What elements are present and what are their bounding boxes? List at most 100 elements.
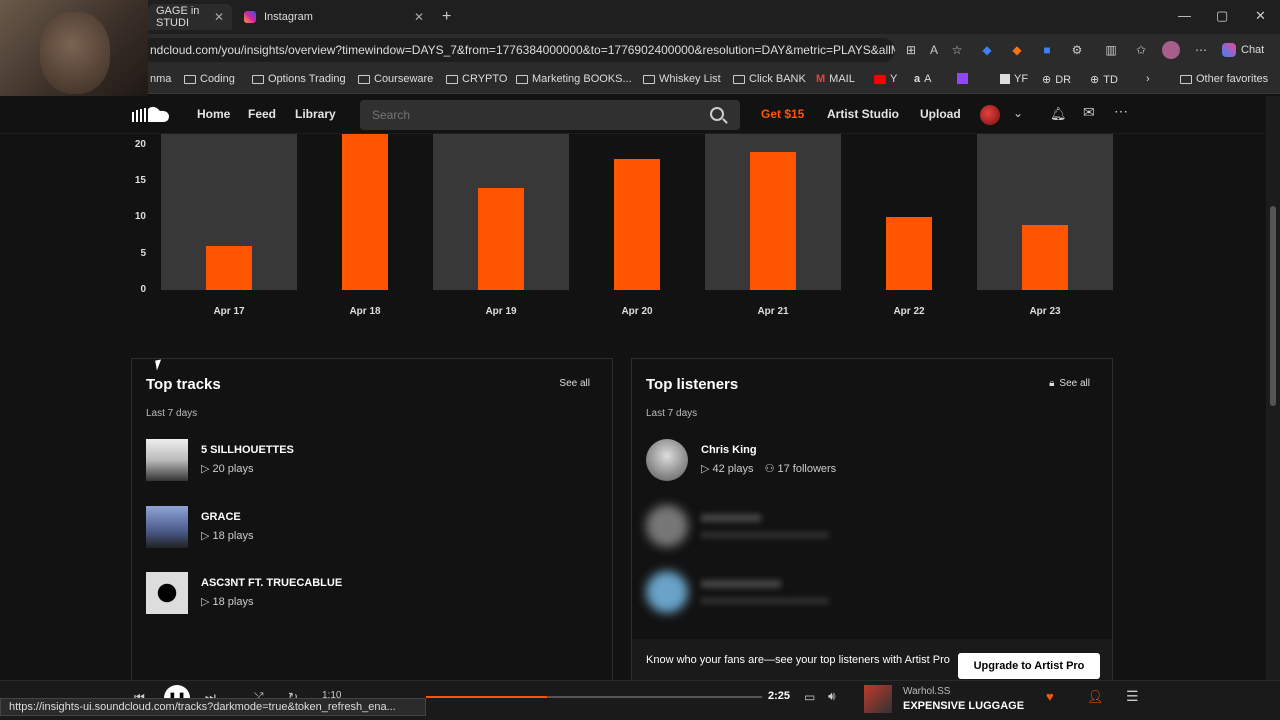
search-input[interactable] [372, 108, 692, 122]
split-screen-icon[interactable]: ▥ [1104, 43, 1118, 57]
volume-icon[interactable]: 🔊︎ [828, 689, 836, 704]
bookmark-twitch[interactable] [957, 73, 968, 84]
bookmark-td[interactable]: ⊕ TD [1090, 73, 1118, 87]
duration-time: 2:25 [768, 690, 791, 702]
bookmark-options-trading[interactable]: Options Trading [252, 73, 346, 85]
gmail-icon: M [816, 73, 826, 85]
bookmark-youtube[interactable]: Y [874, 73, 897, 85]
bookmark-click-bank[interactable]: Click BANK [733, 73, 806, 85]
copilot-chat-button[interactable]: Chat [1222, 43, 1264, 57]
soundcloud-logo-icon[interactable] [130, 104, 170, 124]
metamask-icon[interactable]: ◆ [1010, 43, 1024, 57]
close-icon[interactable]: ✕ [414, 10, 424, 24]
bookmark-mail[interactable]: M MAIL [816, 73, 855, 85]
track-artwork[interactable] [146, 506, 188, 548]
artist-studio-link[interactable]: Artist Studio [827, 107, 899, 121]
upgrade-button[interactable]: Upgrade to Artist Pro [958, 653, 1100, 679]
plus-icon[interactable]: + [442, 8, 451, 26]
chevron-right-icon[interactable]: › [1146, 73, 1150, 85]
upsell-text: Know who your fans are—see your top list… [646, 654, 950, 666]
track-title[interactable]: ASC3NT FT. TRUECABLUE [201, 577, 342, 589]
avatar[interactable] [646, 439, 688, 481]
bookmark-item[interactable]: nma [150, 73, 171, 85]
track-artwork[interactable] [146, 572, 188, 614]
bookmark-courseware[interactable]: Courseware [358, 73, 433, 85]
search-icon[interactable] [710, 107, 724, 121]
lock-icon: 🔒︎ [1049, 378, 1055, 389]
chart-bar[interactable] [1022, 224, 1068, 290]
maximize-icon[interactable]: ▢ [1216, 8, 1228, 24]
bookmark-other-favorites[interactable]: Other favorites [1180, 73, 1268, 85]
tab-instagram[interactable]: Instagram ✕ [236, 4, 432, 30]
heart-icon[interactable]: ♥ [1046, 689, 1054, 704]
track-artwork[interactable] [864, 685, 892, 713]
play-icon: ▷ [201, 463, 213, 475]
bookmarks-bar: nma Coding Options Trading Courseware CR… [0, 66, 1280, 94]
player-track[interactable]: EXPENSIVE LUGGAGE [903, 700, 1024, 712]
favorites-icon[interactable]: ✩ [1134, 43, 1148, 57]
chart-bar[interactable] [478, 188, 524, 290]
apps-icon[interactable]: ⊞ [904, 43, 918, 57]
chart-bar[interactable] [206, 246, 252, 290]
status-url-tooltip: https://insights-ui.soundcloud.com/track… [0, 698, 426, 716]
track-plays: ▷ 18 plays [201, 530, 254, 542]
chart-bar[interactable] [750, 152, 796, 290]
y-tick-label: 0 [140, 284, 146, 295]
y-tick-label: 20 [134, 138, 146, 150]
player-artist[interactable]: Warhol.SS [903, 686, 950, 697]
chevron-down-icon[interactable]: ⌄ [1013, 106, 1023, 120]
close-window-icon[interactable]: ✕ [1255, 8, 1266, 24]
scrollbar-thumb[interactable] [1270, 206, 1276, 406]
nav-library[interactable]: Library [295, 107, 336, 121]
nav-home[interactable]: Home [197, 107, 230, 121]
read-aloud-icon[interactable]: A [927, 43, 941, 57]
get-offer-link[interactable]: Get $15 [761, 107, 804, 121]
chart-bar[interactable] [342, 134, 388, 290]
search-box[interactable] [360, 100, 740, 130]
close-icon[interactable]: ✕ [214, 10, 224, 24]
bookmark-marketing-books[interactable]: Marketing BOOKS... [516, 73, 632, 85]
nav-feed[interactable]: Feed [248, 107, 276, 121]
profile-avatar[interactable] [1162, 41, 1180, 59]
chart-bar[interactable] [886, 217, 932, 290]
plays-chart: 0 5 10 15 20 Apr 17 Apr 18 Apr 19 Apr 20 Apr 21 Ap… [130, 134, 1120, 324]
tab-active[interactable]: GAGE in STUDI ✕ [148, 4, 232, 30]
track-artwork[interactable] [146, 439, 188, 481]
play-icon: ▷ [201, 530, 213, 542]
track-title[interactable]: GRACE [201, 511, 241, 523]
queue-icon[interactable]: ☰ [1126, 688, 1139, 705]
mail-icon[interactable]: ✉ [1083, 104, 1095, 121]
chat-label: Chat [1241, 44, 1265, 56]
minimize-icon[interactable]: — [1178, 8, 1191, 23]
more-icon[interactable]: ⋯ [1194, 43, 1208, 57]
upload-link[interactable]: Upload [920, 107, 961, 121]
extension-icon[interactable]: ◆ [980, 43, 994, 57]
see-all-tracks-link[interactable]: See all [559, 378, 590, 389]
progress-bar[interactable] [426, 696, 762, 698]
more-icon[interactable]: ⋯ [1114, 103, 1128, 120]
bookmark-dr[interactable]: ⊕ DR [1042, 73, 1071, 87]
blurred-listener [701, 580, 781, 588]
x-tick-label: Apr 17 [213, 306, 245, 317]
bookmark-crypto[interactable]: CRYPTO [446, 73, 507, 85]
bookmark-yf[interactable]: YF [1000, 73, 1028, 85]
see-all-listeners-link[interactable]: 🔒︎ See all [1049, 378, 1090, 389]
bookmark-amazon[interactable]: aA [914, 73, 931, 85]
bell-icon[interactable]: 🔔︎ [1050, 106, 1067, 122]
url-field[interactable]: ndcloud.com/you/insights/overview?timewi… [140, 38, 895, 62]
bookmark-whiskey-list[interactable]: Whiskey List [643, 73, 721, 85]
avatar[interactable] [980, 105, 1000, 125]
top-listeners-panel: Top listeners 🔒︎ See all Last 7 days Chri… [631, 358, 1113, 689]
x-tick-label: Apr 19 [485, 306, 517, 317]
scrollbar[interactable] [1266, 96, 1280, 680]
follow-user-icon[interactable]: 👤︎ [1087, 689, 1104, 705]
cast-icon[interactable]: ▭ [804, 690, 815, 704]
bookmark-coding[interactable]: Coding [184, 73, 235, 85]
gear-icon[interactable]: ⚙ [1070, 43, 1084, 57]
folder-icon [733, 74, 745, 84]
extension-icon[interactable]: ■ [1040, 43, 1054, 57]
chart-bar[interactable] [614, 159, 660, 290]
listener-name[interactable]: Chris King [701, 444, 757, 456]
track-title[interactable]: 5 SILLHOUETTES [201, 444, 294, 456]
favorite-star-icon[interactable]: ☆ [950, 43, 964, 57]
